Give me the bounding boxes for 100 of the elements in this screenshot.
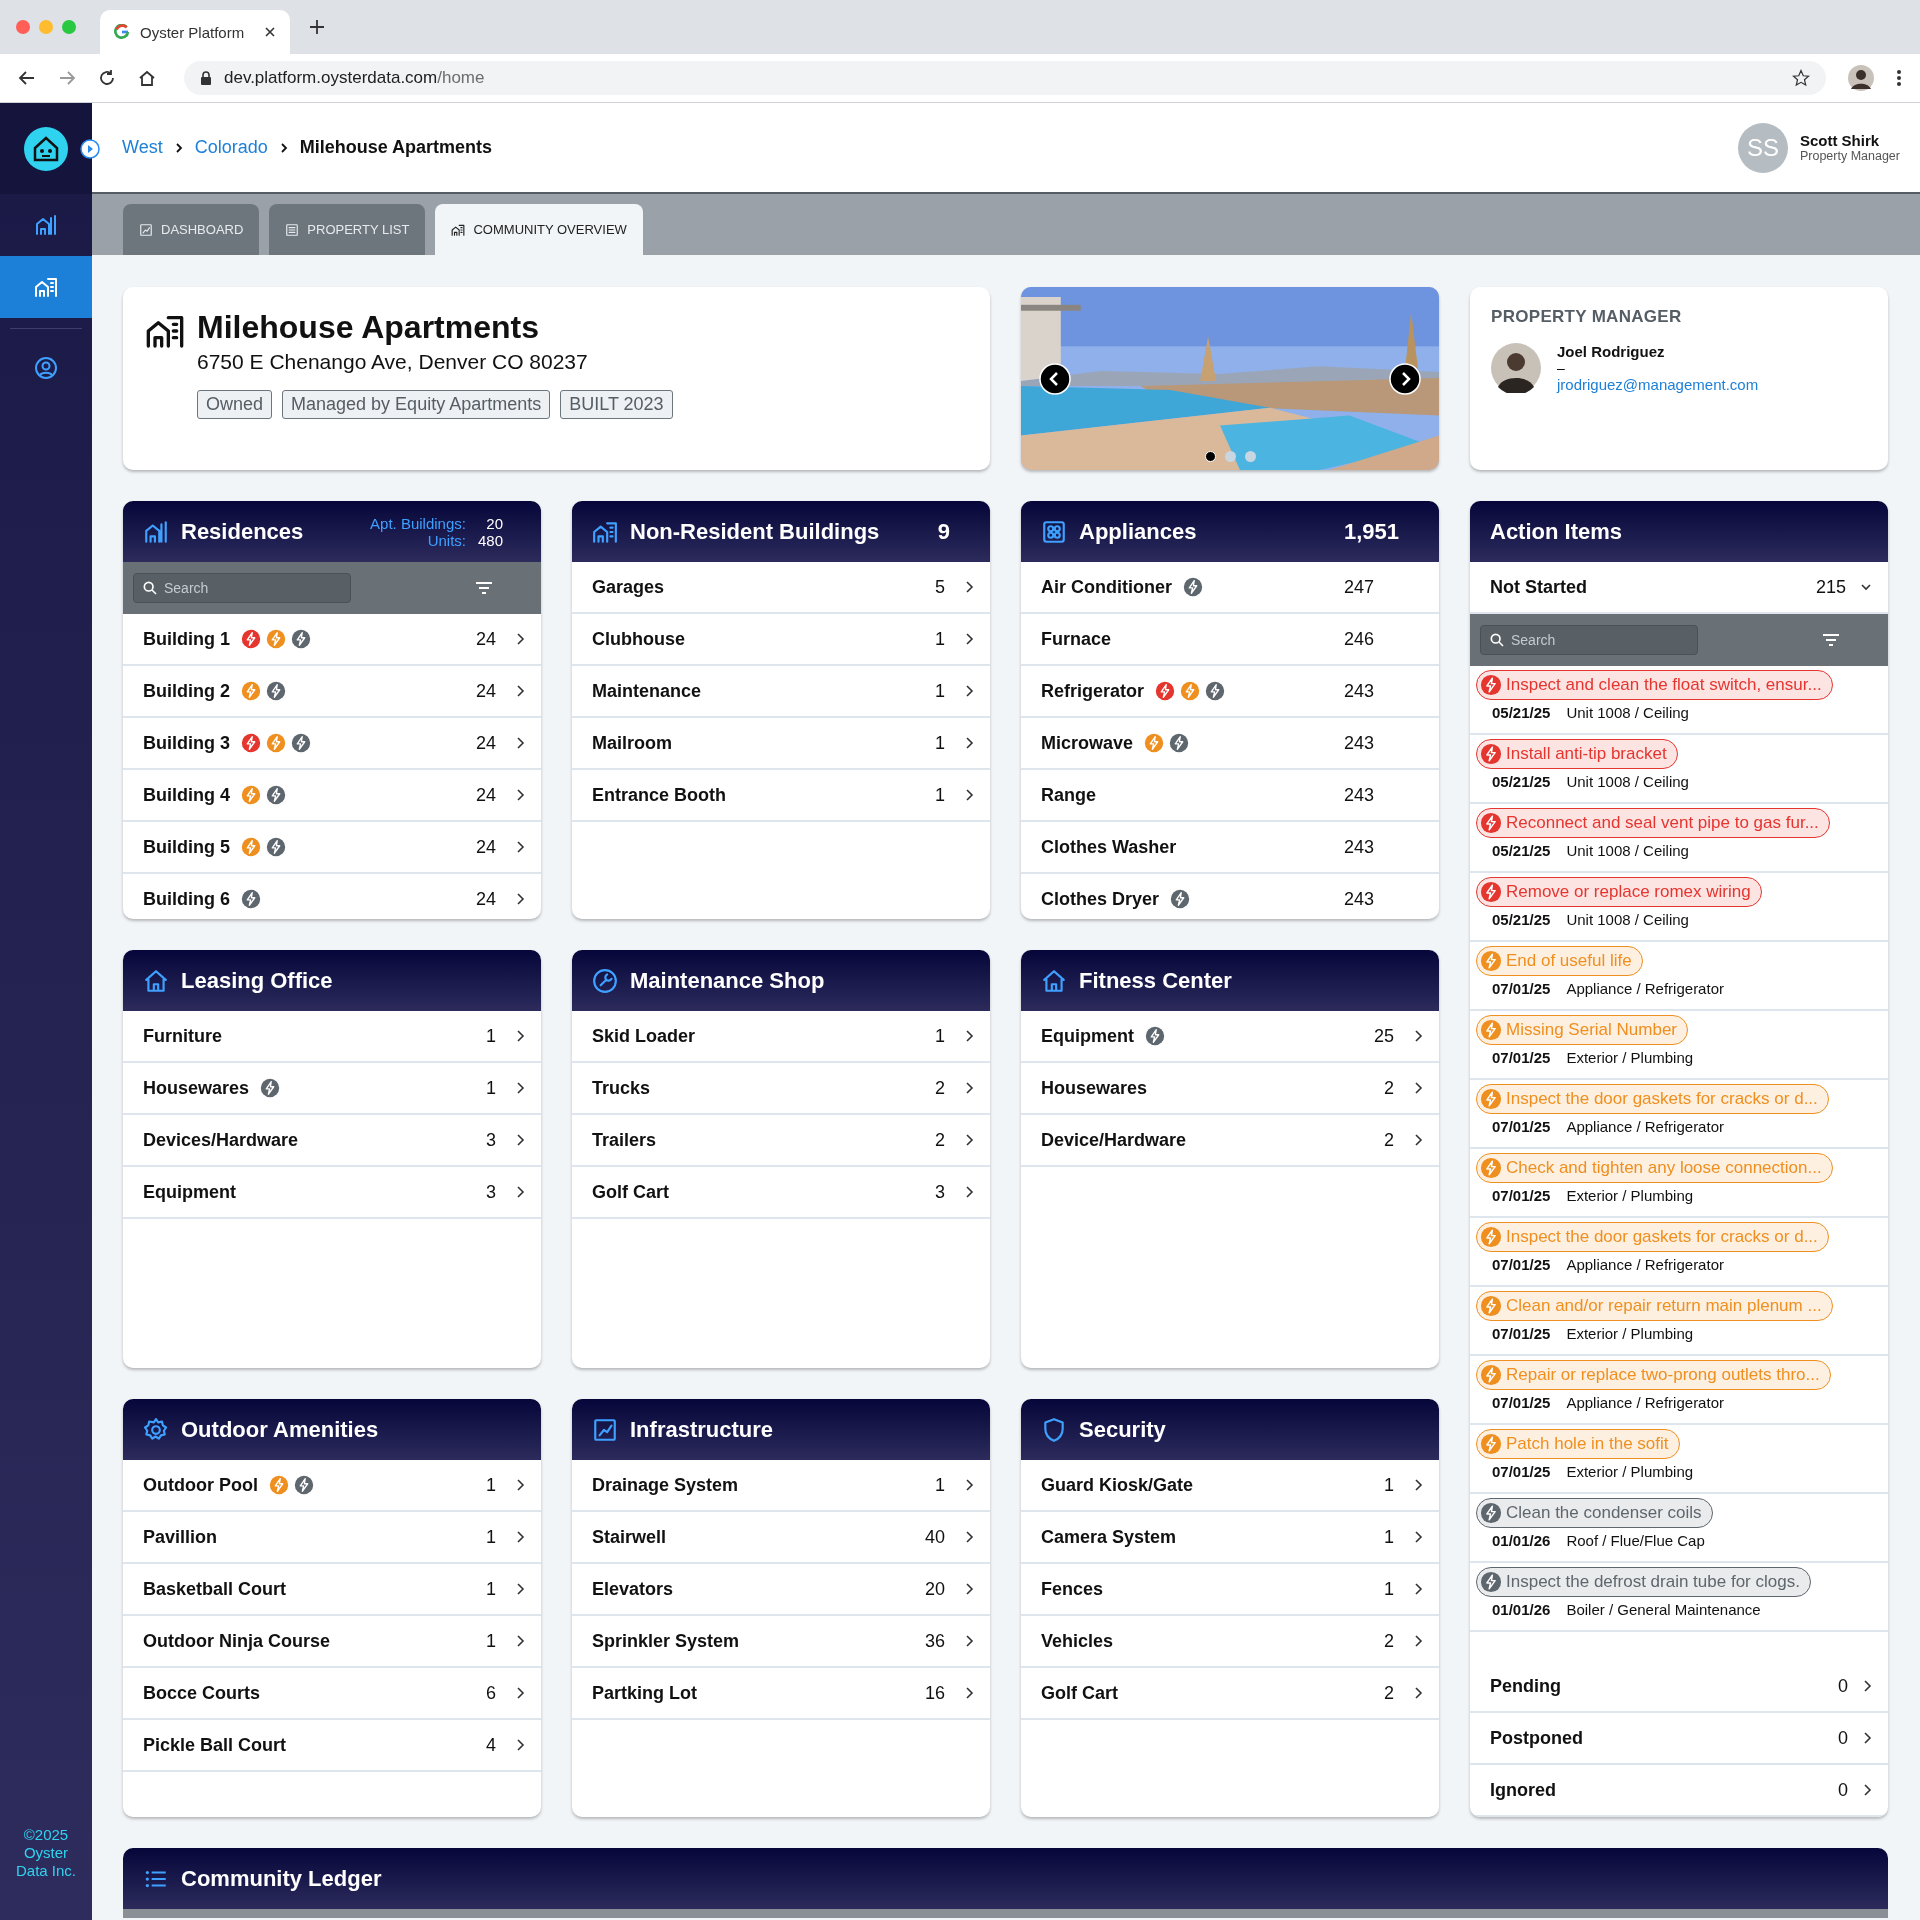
list-row[interactable]: Fences 1 [1021, 1564, 1439, 1616]
list-row[interactable]: Clothes Washer 243 [1021, 822, 1439, 874]
email-link[interactable]: jrodriguez@management.com [1557, 376, 1759, 393]
browser-tab[interactable]: Oyster Platform [100, 10, 290, 54]
expand-button[interactable] [80, 139, 100, 159]
action-item-pill[interactable]: Clean the condenser coils [1476, 1498, 1713, 1528]
list-row[interactable]: Equipment 3 [123, 1167, 541, 1219]
carousel-dot[interactable] [1224, 451, 1236, 462]
row-label: Furnace [1041, 628, 1112, 650]
tab[interactable]: COMMUNITY OVERVIEW [435, 204, 643, 255]
card-title: Residences [181, 518, 305, 545]
list-row[interactable]: Drainage System 1 [572, 1460, 990, 1512]
list-row[interactable]: Stairwell 40 [572, 1512, 990, 1564]
list-row[interactable]: Maintenance 1 [572, 666, 990, 718]
list-row[interactable]: Microwave 243 [1021, 718, 1439, 770]
row-count: 1 [1384, 1474, 1394, 1496]
chevron-right-icon [964, 1029, 974, 1043]
logo-icon [23, 125, 69, 172]
carousel-dot[interactable] [1204, 451, 1216, 462]
filter-icon[interactable] [475, 581, 493, 595]
previous-button[interactable] [1039, 363, 1071, 395]
next-button[interactable] [1389, 363, 1421, 395]
list-row[interactable]: Pavillion 1 [123, 1512, 541, 1564]
status-row[interactable]: Postponed 0 [1470, 1713, 1888, 1765]
list-row[interactable]: Equipment 25 [1021, 1011, 1439, 1063]
list-row[interactable]: Sprinkler System 36 [572, 1616, 990, 1668]
action-item-pill[interactable]: Remove or replace romex wiring [1476, 877, 1762, 907]
property-address: 6750 E Chenango Ave, Denver CO 80237 [197, 350, 589, 374]
list-row[interactable]: Outdoor Pool 1 [123, 1460, 541, 1512]
list-row[interactable]: Devices/Hardware 3 [123, 1115, 541, 1167]
carousel-dot[interactable] [1244, 451, 1256, 462]
list-row[interactable]: Guard Kiosk/Gate 1 [1021, 1460, 1439, 1512]
list-row[interactable]: Partking Lot 16 [572, 1668, 990, 1720]
menu-icon[interactable] [1896, 69, 1902, 87]
list-row[interactable]: Housewares 2 [1021, 1063, 1439, 1115]
row-label: Pickle Ball Court [143, 1734, 287, 1756]
list-row[interactable]: Furniture 1 [123, 1011, 541, 1063]
list-row[interactable]: Air Conditioner 247 [1021, 562, 1439, 614]
breadcrumb-link[interactable]: Colorado [194, 137, 268, 158]
tab[interactable]: PROPERTY LIST [269, 204, 426, 255]
list-row[interactable]: Pickle Ball Court 4 [123, 1720, 541, 1772]
reload-icon[interactable] [98, 69, 116, 87]
list-row[interactable]: Skid Loader 1 [572, 1011, 990, 1063]
list-row[interactable]: Mailroom 1 [572, 718, 990, 770]
list-row[interactable]: Outdoor Ninja Course 1 [123, 1616, 541, 1668]
list-row[interactable]: Clubhouse 1 [572, 614, 990, 666]
address-bar[interactable]: dev.platform.oysterdata.com/home [184, 61, 1826, 95]
action-item-pill[interactable]: Reconnect and seal vent pipe to gas fur... [1476, 808, 1830, 838]
star-icon[interactable] [1792, 69, 1810, 87]
close-icon[interactable] [264, 26, 276, 38]
row-label: Building 1 [143, 628, 230, 650]
row-label: Elevators [592, 1578, 674, 1600]
row-count: 36 [924, 1630, 945, 1652]
row-label: Devices/Hardware [143, 1129, 299, 1151]
status-row[interactable]: Ignored 0 [1470, 1765, 1888, 1817]
list-row[interactable]: Building 3 24 [123, 718, 541, 770]
list-row[interactable]: Range 243 [1021, 770, 1439, 822]
search-field[interactable]: Search [1480, 625, 1698, 655]
avatar[interactable] [1848, 65, 1874, 91]
filter-icon[interactable] [1822, 633, 1840, 647]
list-row[interactable]: Golf Cart 2 [1021, 1668, 1439, 1720]
list-row[interactable]: Elevators 20 [572, 1564, 990, 1616]
list-row[interactable]: Clothes Dryer 243 [1021, 874, 1439, 919]
list-row[interactable]: Furnace 246 [1021, 614, 1439, 666]
home-icon[interactable] [138, 69, 156, 87]
back-icon[interactable] [18, 69, 36, 87]
new-tab-icon[interactable] [308, 18, 326, 36]
action-item-pill[interactable]: Inspect the defrost drain tube for clogs. [1476, 1567, 1811, 1597]
list-row[interactable]: Entrance Booth 1 [572, 770, 990, 822]
list-row[interactable]: Building 6 24 [123, 874, 541, 919]
list-row[interactable]: Device/Hardware 2 [1021, 1115, 1439, 1167]
action-item-pill[interactable]: Install anti-tip bracket [1476, 739, 1678, 769]
list-row[interactable]: Golf Cart 3 [572, 1167, 990, 1219]
list-row[interactable]: Housewares 1 [123, 1063, 541, 1115]
breadcrumb-link[interactable]: West [122, 137, 163, 158]
list-row[interactable]: Basketball Court 1 [123, 1564, 541, 1616]
list-row[interactable]: Building 4 24 [123, 770, 541, 822]
list-row[interactable]: Refrigerator 243 [1021, 666, 1439, 718]
list-row[interactable]: Garages 5 [572, 562, 990, 614]
tab[interactable]: DASHBOARD [123, 204, 260, 255]
row-label: Camera System [1041, 1526, 1177, 1548]
list-row[interactable]: Camera System 1 [1021, 1512, 1439, 1564]
list-row[interactable]: Building 5 24 [123, 822, 541, 874]
list-row[interactable]: Trucks 2 [572, 1063, 990, 1115]
card-title: Fitness Center [1079, 967, 1233, 994]
favicon-icon [114, 24, 130, 40]
row-count: 2 [1384, 1682, 1394, 1704]
forward-icon[interactable] [58, 69, 76, 87]
chevron-right-icon [515, 1530, 525, 1544]
list-row[interactable]: Bocce Courts 6 [123, 1668, 541, 1720]
list-row[interactable]: Building 1 24 [123, 614, 541, 666]
nav-item[interactable] [0, 256, 92, 318]
search-field[interactable]: Search [133, 573, 351, 603]
chevron-right-icon [1413, 1582, 1423, 1596]
list-row[interactable]: Vehicles 2 [1021, 1616, 1439, 1668]
action-item-pill[interactable]: Inspect and clean the float switch, ensur... [1476, 670, 1833, 700]
list-row[interactable]: Building 2 24 [123, 666, 541, 718]
status-row[interactable]: Pending 0 [1470, 1661, 1888, 1713]
lock-icon [200, 71, 212, 85]
list-row[interactable]: Trailers 2 [572, 1115, 990, 1167]
